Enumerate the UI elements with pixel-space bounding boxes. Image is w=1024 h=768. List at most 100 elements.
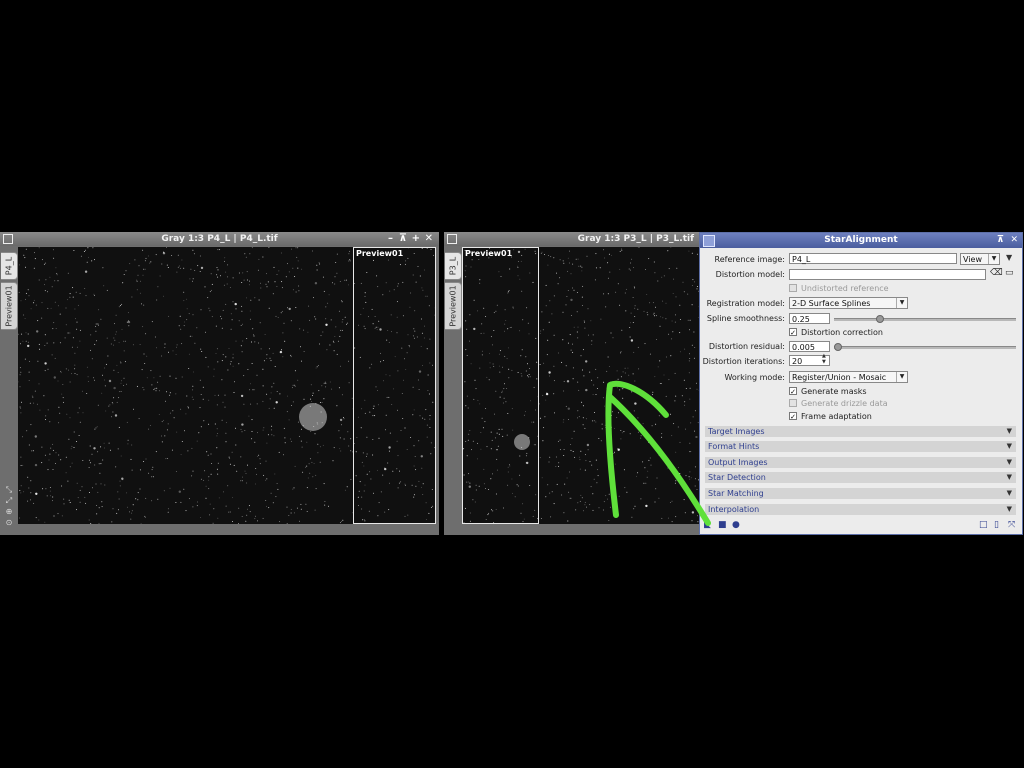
star (241, 423, 244, 426)
spline-smoothness-slider[interactable] (834, 318, 1016, 321)
star (630, 339, 634, 342)
minimize-icon[interactable]: – (388, 232, 393, 246)
star (161, 435, 162, 437)
star (216, 428, 218, 430)
star (181, 343, 183, 345)
star (105, 363, 107, 365)
star (22, 340, 24, 342)
star (114, 323, 115, 325)
distortion-model-field[interactable] (789, 269, 986, 280)
star (254, 441, 256, 443)
section-target-images[interactable]: Target Images ▼ (705, 426, 1016, 437)
browse-documentation-icon[interactable]: □ (979, 520, 988, 530)
tab-preview01[interactable]: Preview01 (1, 282, 18, 330)
star (582, 405, 584, 407)
star (547, 484, 549, 486)
preview-rectangle[interactable]: Preview01 (353, 247, 436, 524)
star (333, 342, 335, 343)
star (32, 450, 34, 452)
distortion-residual-slider[interactable] (834, 346, 1016, 349)
star (172, 350, 174, 352)
preview-rectangle[interactable]: Preview01 (462, 247, 539, 524)
process-icon (703, 235, 715, 247)
distortion-correction-checkbox[interactable]: ✓ (789, 328, 797, 337)
tab-main-view[interactable]: P4_L (1, 252, 18, 280)
registration-model-select[interactable]: 2-D Surface Splines ▼ (789, 297, 908, 309)
star (292, 267, 294, 269)
left-image-window[interactable]: Gray 1:3 P4_L | P4_L.tif – ⊼ + ✕ P4_L Pr… (0, 232, 439, 535)
tab-main-view[interactable]: P3_L (445, 252, 462, 280)
window-menu-icon[interactable] (3, 234, 13, 244)
star (676, 267, 678, 269)
zoom-icon[interactable]: ⤡ (3, 484, 15, 495)
slider-handle[interactable] (876, 315, 884, 323)
star (572, 451, 574, 452)
star (305, 466, 307, 468)
dialog-titlebar[interactable]: StarAlignment ⊼ ✕ (700, 233, 1022, 248)
shade-icon[interactable]: ⊼ (399, 232, 407, 246)
reset-icon[interactable]: ▯ (994, 520, 999, 530)
star (139, 488, 141, 490)
slider-handle[interactable] (834, 343, 842, 351)
reference-image-field[interactable]: P4_L (789, 253, 957, 264)
right-window-titlebar[interactable]: Gray 1:3 P3_L | P3_L.tif (444, 232, 700, 246)
shade-icon[interactable]: ⊼ (997, 233, 1004, 248)
generate-masks-checkbox[interactable]: ✓ (789, 387, 797, 396)
view-select[interactable]: View ▼ (960, 253, 1000, 265)
star (315, 367, 317, 369)
star (336, 272, 338, 274)
left-image-canvas[interactable]: Preview01 (18, 247, 436, 524)
star (221, 419, 223, 421)
star (58, 454, 60, 456)
resize-icon[interactable]: ⤧ (1008, 520, 1015, 530)
working-mode-select[interactable]: Register/Union - Mosaic ▼ (789, 371, 908, 383)
undistorted-reference-checkbox[interactable] (789, 284, 797, 292)
section-output-images[interactable]: Output Images ▼ (705, 457, 1016, 468)
section-star-detection[interactable]: Star Detection ▼ (705, 472, 1016, 483)
maximize-icon[interactable]: + (412, 232, 420, 246)
spline-smoothness-field[interactable]: 0.25 (789, 313, 830, 324)
star (557, 283, 559, 285)
star (185, 510, 187, 512)
close-icon[interactable]: ✕ (425, 232, 433, 246)
star (240, 428, 242, 430)
star (568, 262, 570, 264)
frame-adaptation-checkbox[interactable]: ✓ (789, 412, 797, 421)
star (104, 385, 106, 387)
star (590, 320, 592, 322)
execute-icon[interactable]: ● (732, 520, 740, 530)
distortion-residual-field[interactable]: 0.005 (789, 341, 830, 352)
star (605, 306, 607, 308)
window-menu-icon[interactable] (447, 234, 457, 244)
generate-drizzle-checkbox[interactable] (789, 399, 797, 407)
star-alignment-dialog[interactable]: StarAlignment ⊼ ✕ Reference image: P4_L … (699, 232, 1023, 535)
section-interpolation[interactable]: Interpolation ▼ (705, 504, 1016, 515)
left-window-titlebar[interactable]: Gray 1:3 P4_L | P4_L.tif – ⊼ + ✕ (0, 232, 439, 246)
dropdown-arrow-icon[interactable]: ▼ (1006, 253, 1012, 262)
star (250, 403, 252, 405)
star (272, 293, 274, 295)
close-icon[interactable]: ✕ (1010, 233, 1018, 248)
star (266, 286, 268, 288)
clear-icon[interactable]: ⌫ (990, 268, 1003, 278)
star (291, 405, 292, 406)
folder-icon[interactable]: ▭ (1005, 268, 1014, 278)
section-star-matching[interactable]: Star Matching ▼ (705, 488, 1016, 499)
star (169, 392, 171, 394)
spin-arrows-icon[interactable]: ▲ ▼ (822, 353, 826, 365)
star (668, 268, 670, 270)
star (136, 385, 138, 387)
tab-preview01[interactable]: Preview01 (445, 282, 462, 330)
star (181, 376, 183, 378)
zoom-out-icon[interactable]: ⤢ (3, 495, 15, 506)
star (187, 407, 189, 409)
star (131, 512, 133, 514)
star (545, 496, 547, 498)
section-format-hints[interactable]: Format Hints ▼ (705, 441, 1016, 452)
lock-icon[interactable]: ⊕ (3, 506, 15, 517)
star (154, 336, 156, 338)
star (179, 267, 181, 269)
star (179, 315, 181, 317)
star (27, 500, 29, 502)
settings-icon[interactable]: ⊙ (3, 517, 15, 528)
